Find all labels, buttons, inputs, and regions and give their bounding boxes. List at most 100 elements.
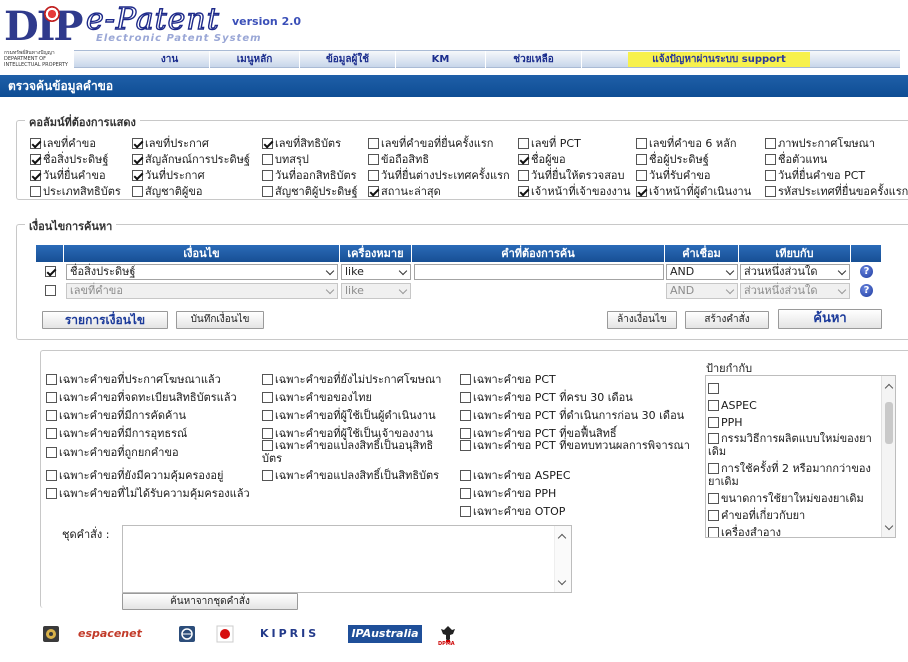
help-icon[interactable]: ? <box>860 284 873 297</box>
tag-option[interactable]: ASPEC <box>708 399 883 412</box>
tag-option[interactable]: กรรมวิธีการผลิตแบบใหม่ของยาเดิม <box>708 432 883 458</box>
column-checkbox[interactable] <box>262 154 273 165</box>
filter-checkbox[interactable] <box>460 410 471 421</box>
column-checkbox[interactable] <box>368 138 379 149</box>
column-checkbox[interactable] <box>518 170 529 181</box>
partner-logo-wipo-icon[interactable] <box>178 625 198 643</box>
tag-option[interactable]: คำขอที่เกี่ยวกับยา <box>708 509 883 522</box>
espacenet-logo[interactable]: espacenet <box>78 625 152 643</box>
filter-option[interactable]: เฉพาะคำขอที่ถูกยกคำขอ <box>46 446 179 459</box>
condition-compare-select[interactable]: ส่วนหนึ่งส่วนใด <box>740 283 850 299</box>
filter-checkbox[interactable] <box>460 428 471 439</box>
column-checkbox[interactable] <box>132 154 143 165</box>
nav-item-main-menu[interactable]: เมนูหลัก <box>210 51 300 68</box>
condition-compare-select[interactable]: ส่วนหนึ่งส่วนใด <box>740 264 850 280</box>
tag-checkbox[interactable] <box>708 417 719 428</box>
filter-checkbox[interactable] <box>46 447 57 458</box>
column-checkbox[interactable] <box>368 154 379 165</box>
tag-checkbox[interactable] <box>708 400 719 411</box>
tag-option[interactable] <box>708 382 883 395</box>
condition-row-checkbox[interactable] <box>45 266 56 277</box>
column-checkbox[interactable] <box>765 138 776 149</box>
nav-item-user-info[interactable]: ข้อมูลผู้ใช้ <box>300 51 396 68</box>
condition-field-select[interactable]: ชื่อสิ่งประดิษฐ์ <box>66 264 338 280</box>
filter-checkbox[interactable] <box>262 428 273 439</box>
filter-checkbox[interactable] <box>262 374 273 385</box>
column-checkbox[interactable] <box>368 170 379 181</box>
scroll-down-icon[interactable] <box>885 523 893 531</box>
help-icon[interactable]: ? <box>860 265 873 278</box>
column-checkbox[interactable] <box>30 170 41 181</box>
tag-checkbox[interactable] <box>708 527 719 538</box>
column-checkbox[interactable] <box>518 154 529 165</box>
column-option[interactable]: เจ้าหน้าที่เจ้าของงาน <box>518 182 631 200</box>
command-scroll-up-icon[interactable] <box>558 532 566 540</box>
column-checkbox[interactable] <box>262 170 273 181</box>
filter-checkbox[interactable] <box>460 506 471 517</box>
filter-option[interactable]: เฉพาะคำขอ PCT ที่ขอทบทวนผลการพิจารณา <box>460 439 690 452</box>
clear-conditions-button[interactable]: ล้างเงื่อนไข <box>607 311 677 329</box>
filter-option[interactable]: เฉพาะคำขอที่ไม่ได้รับความคุ้มครองแล้ว <box>46 487 250 500</box>
column-checkbox[interactable] <box>262 186 273 197</box>
nav-item-km[interactable]: KM <box>396 51 486 68</box>
build-command-button[interactable]: สร้างคำสั่ง <box>685 311 769 329</box>
filter-option[interactable]: เฉพาะคำขอของไทย <box>262 391 372 404</box>
filter-option[interactable]: เฉพาะคำขอ PCT <box>460 373 556 386</box>
filter-checkbox[interactable] <box>46 374 57 385</box>
tag-option[interactable]: การใช้ครั้งที่ 2 หรือมากกว่าของยาเดิม <box>708 462 883 488</box>
nav-support-link[interactable]: แจ้งปัญหาผ่านระบบ support <box>628 52 810 67</box>
filter-option[interactable]: เฉพาะคำขอที่ผู้ใช้เป็นผู้ดำเนินงาน <box>262 409 436 422</box>
filter-option[interactable]: เฉพาะคำขอ OTOP <box>460 505 565 518</box>
column-checkbox[interactable] <box>30 138 41 149</box>
column-checkbox[interactable] <box>636 186 647 197</box>
command-scrollbar[interactable] <box>554 526 571 592</box>
tag-option[interactable]: PPH <box>708 416 883 429</box>
column-option[interactable]: สัญชาติผู้ประดิษฐ์ <box>262 182 358 200</box>
filter-checkbox[interactable] <box>262 440 273 451</box>
column-checkbox[interactable] <box>636 138 647 149</box>
scroll-up-icon[interactable] <box>885 382 893 390</box>
filter-option[interactable]: เฉพาะคำขอที่จดทะเบียนสิทธิบัตรแล้ว <box>46 391 237 404</box>
filter-checkbox[interactable] <box>460 374 471 385</box>
column-option[interactable]: สถานะล่าสุด <box>368 182 441 200</box>
filter-checkbox[interactable] <box>46 392 57 403</box>
filter-checkbox[interactable] <box>460 440 471 451</box>
column-checkbox[interactable] <box>636 154 647 165</box>
dip-logo[interactable]: DIP กรมทรัพย์สินทางปัญญา DEPARTMENT OF I… <box>4 4 70 68</box>
filter-option[interactable]: เฉพาะคำขอที่ประกาศโฆษณาแล้ว <box>46 373 221 386</box>
filter-option[interactable]: เฉพาะคำขอที่ยังไม่ประกาศโฆษณา <box>262 373 441 386</box>
column-checkbox[interactable] <box>518 138 529 149</box>
save-conditions-button[interactable]: บันทึกเงื่อนไข <box>176 311 264 329</box>
column-option[interactable]: สัญชาติผู้ขอ <box>132 182 202 200</box>
filter-checkbox[interactable] <box>262 410 273 421</box>
filter-checkbox[interactable] <box>460 392 471 403</box>
column-checkbox[interactable] <box>30 186 41 197</box>
condition-conjunction-select[interactable]: AND <box>666 264 738 280</box>
filter-option[interactable]: เฉพาะคำขอ ASPEC <box>460 469 571 482</box>
column-option[interactable]: รหัสประเทศที่ยื่นขอครั้งแรก <box>765 182 908 200</box>
partner-logo-japan-icon[interactable] <box>216 625 236 643</box>
column-option[interactable]: เจ้าหน้าที่ผู้ดำเนินงาน <box>636 182 751 200</box>
filter-option[interactable]: เฉพาะคำขอแปลงสิทธิ์เป็นอนุสิทธิบัตร <box>262 439 452 465</box>
condition-field-select[interactable]: เลขที่คำขอ <box>66 283 338 299</box>
tag-checkbox[interactable] <box>708 433 719 444</box>
condition-conjunction-select[interactable]: AND <box>666 283 738 299</box>
column-checkbox[interactable] <box>368 186 379 197</box>
column-checkbox[interactable] <box>765 154 776 165</box>
filter-checkbox[interactable] <box>460 488 471 499</box>
scroll-thumb[interactable] <box>885 402 893 444</box>
column-checkbox[interactable] <box>30 154 41 165</box>
nav-item-help[interactable]: ช่วยเหลือ <box>486 51 582 68</box>
ipaustralia-logo[interactable]: IPAustralia <box>348 625 422 643</box>
tag-option[interactable]: ขนาดการใช้ยาใหม่ของยาเดิม <box>708 492 883 505</box>
filter-option[interactable]: เฉพาะคำขอที่ยังมีความคุ้มครองอยู่ <box>46 469 223 482</box>
command-textarea[interactable] <box>122 525 572 593</box>
kipris-logo[interactable]: KIPRIS <box>260 625 326 643</box>
filter-checkbox[interactable] <box>46 470 57 481</box>
filter-option[interactable]: เฉพาะคำขอที่มีการอุทธรณ์ <box>46 427 187 440</box>
column-checkbox[interactable] <box>132 170 143 181</box>
tags-scrollbar[interactable] <box>881 376 895 537</box>
filter-option[interactable]: เฉพาะคำขอแปลงสิทธิ์เป็นสิทธิบัตร <box>262 469 439 482</box>
command-scroll-down-icon[interactable] <box>558 578 566 586</box>
column-checkbox[interactable] <box>636 170 647 181</box>
